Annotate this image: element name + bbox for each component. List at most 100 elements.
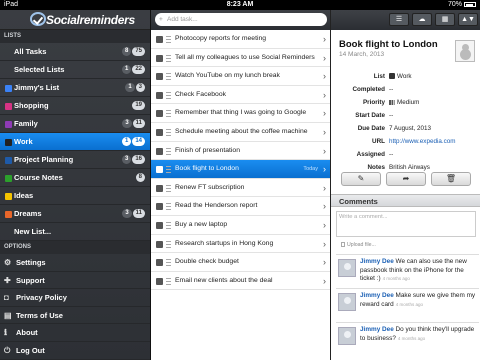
upload-file-link[interactable]: Upload file... (341, 242, 376, 248)
drag-handle-icon[interactable] (166, 203, 171, 211)
drag-handle-icon[interactable] (166, 277, 171, 285)
sidebar-option-item[interactable]: ⏻ Log Out (0, 342, 150, 360)
drag-handle-icon[interactable] (166, 128, 171, 136)
drag-handle-icon[interactable] (166, 147, 171, 155)
battery-indicator: 70% (448, 0, 476, 10)
task-checkbox[interactable] (156, 73, 163, 81)
add-task-input[interactable]: Add task... (155, 13, 327, 26)
task-checkbox[interactable] (156, 221, 163, 229)
drag-handle-icon[interactable] (166, 91, 171, 99)
count-badge: 11 (132, 209, 145, 218)
field-value[interactable]: http://www.expedia.com (389, 136, 456, 148)
drag-handle-icon[interactable] (166, 73, 171, 81)
cloud-sync-button[interactable]: ☁ (412, 13, 432, 26)
drag-handle-icon[interactable] (166, 36, 171, 43)
task-row[interactable]: Tell all my colleagues to use Social Rem… (151, 49, 330, 68)
task-row[interactable]: Schedule meeting about the coffee machin… (151, 123, 330, 142)
list-badges: 8 (135, 173, 145, 182)
task-row[interactable]: Research startups in Hong Kong › (151, 235, 330, 254)
field-value-text: -- (389, 112, 394, 119)
commenter-name[interactable]: Jimmy Dee (360, 292, 394, 299)
task-checkbox[interactable] (156, 36, 163, 43)
drag-handle-icon[interactable] (166, 221, 171, 229)
drag-handle-icon[interactable] (166, 54, 171, 62)
assignee-avatar[interactable] (455, 40, 475, 62)
sidebar-option-item[interactable]: ✚ Support (0, 272, 150, 290)
sidebar-list-item[interactable]: Work 1 14 (0, 133, 150, 151)
count-badge: 75 (132, 47, 145, 56)
task-row[interactable]: Buy a new laptop › (151, 216, 330, 235)
task-checkbox[interactable] (156, 259, 163, 267)
field-value-text: -- (389, 151, 394, 158)
sidebar-option-item[interactable]: ℹ About (0, 324, 150, 342)
comment-input[interactable]: Write a comment... (336, 211, 476, 237)
sidebar-list-item[interactable]: New List... (0, 223, 150, 241)
task-checkbox[interactable] (156, 240, 163, 248)
sort-button[interactable]: ▲▼ (458, 13, 478, 26)
gear-icon: ⚙ (4, 258, 12, 267)
task-checkbox[interactable] (156, 184, 163, 192)
list-badges: 3 11 (122, 209, 145, 218)
commenter-name[interactable]: Jimmy Dee (360, 326, 394, 333)
sidebar-option-item[interactable]: ⚙ Settings (0, 254, 150, 272)
task-title: Research startups in Hong Kong (175, 239, 274, 247)
task-checkbox[interactable] (156, 166, 163, 174)
task-checkbox[interactable] (156, 203, 163, 211)
option-label: About (16, 328, 38, 338)
task-checkbox[interactable] (156, 91, 163, 99)
list-label: Ideas (14, 191, 34, 200)
task-row[interactable]: Watch YouTube on my lunch break › (151, 67, 330, 86)
detail-field: Priority Medium (331, 97, 480, 109)
field-value: -- (389, 84, 393, 96)
drag-handle-icon[interactable] (166, 166, 171, 174)
task-row[interactable]: Check Facebook › (151, 86, 330, 105)
sidebar-option-item[interactable]: ◘ Privacy Policy (0, 289, 150, 307)
avatar (338, 293, 356, 311)
list-view-button[interactable]: ☰ (389, 13, 409, 26)
task-row[interactable]: Read the Henderson report › (151, 197, 330, 216)
count-badge: 3 (122, 209, 132, 218)
commenter-name[interactable]: Jimmy Dee (360, 258, 394, 265)
battery-percent: 70% (447, 1, 462, 8)
task-checkbox[interactable] (156, 277, 163, 285)
comment-body: Jimmy Dee Make sure we give them my rewa… (360, 292, 476, 309)
sidebar-list-item[interactable]: Course Notes 8 (0, 169, 150, 187)
sidebar-option-item[interactable]: ▤ Terms of Use (0, 307, 150, 325)
drag-handle-icon[interactable] (166, 110, 171, 118)
sidebar-list-item[interactable]: Project Planning 3 16 (0, 151, 150, 169)
sidebar-list-item[interactable]: Dreams 3 11 (0, 205, 150, 223)
sidebar-list-item[interactable]: Ideas (0, 187, 150, 205)
task-row[interactable]: Renew FT subscription › (151, 179, 330, 198)
task-row[interactable]: Email new clients about the deal › (151, 272, 330, 291)
comment-time: 4 months ago (397, 335, 426, 341)
field-key: Assigned (356, 151, 385, 158)
share-button[interactable]: ➦ (386, 172, 426, 186)
delete-button[interactable]: 🗑 (431, 172, 471, 186)
grid-view-button[interactable]: ▦ (435, 13, 455, 26)
drag-handle-icon[interactable] (166, 259, 171, 267)
task-row[interactable]: Photocopy reports for meeting › (151, 30, 330, 49)
sidebar-list-item[interactable]: All Tasks 8 75 (0, 43, 150, 61)
sidebar-list-item[interactable]: Shopping 19 (0, 97, 150, 115)
task-row[interactable]: Double check budget › (151, 253, 330, 272)
comment-item: Jimmy Dee Do you think they'll upgrade t… (336, 322, 479, 354)
field-key: Completed (352, 86, 385, 93)
task-checkbox[interactable] (156, 110, 163, 118)
detail-field[interactable]: URL http://www.expedia.com (331, 136, 480, 148)
edit-button[interactable]: ✎ (341, 172, 381, 186)
lists-container: All Tasks 8 75 Selected Lists 1 22 Jimmy's Lis… (0, 43, 150, 241)
task-checkbox[interactable] (156, 128, 163, 136)
task-row[interactable]: Book flight to London Today › (151, 160, 330, 179)
comment-time: 4 months ago (382, 276, 410, 281)
drag-handle-icon[interactable] (166, 184, 171, 192)
sidebar-list-item[interactable]: Selected Lists 1 22 (0, 61, 150, 79)
sidebar-list-item[interactable]: Jimmy's List 1 3 (0, 79, 150, 97)
task-row[interactable]: Remember that thing I was going to Googl… (151, 104, 330, 123)
detail-field: Completed -- (331, 84, 480, 96)
drag-handle-icon[interactable] (166, 240, 171, 248)
sidebar-list-item[interactable]: Family 3 11 (0, 115, 150, 133)
task-row[interactable]: Finish of presentation › (151, 142, 330, 161)
task-checkbox[interactable] (156, 54, 163, 62)
task-checkbox[interactable] (156, 147, 163, 155)
checkmark-logo-icon (30, 12, 46, 26)
